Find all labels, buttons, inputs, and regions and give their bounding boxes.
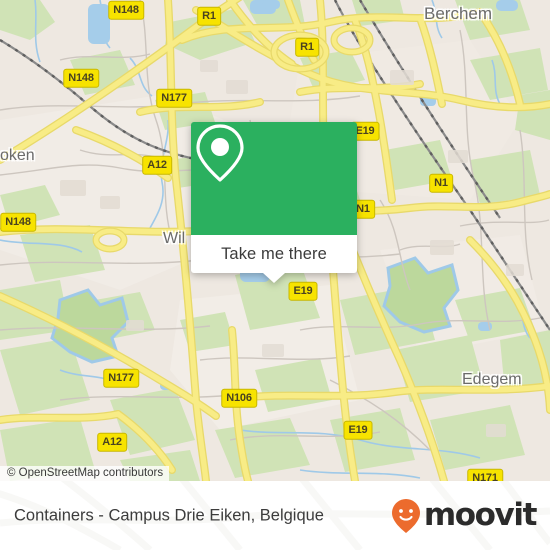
road-shield[interactable]: R1 bbox=[197, 6, 221, 26]
road-shield[interactable]: N1 bbox=[429, 173, 453, 193]
page-title: Containers - Campus Drie Eiken, Belgique bbox=[14, 506, 324, 524]
moovit-map-screenshot: Berchem oken Wil Edegem N148 R1 R1 N148 … bbox=[0, 0, 550, 550]
popup-header bbox=[191, 122, 357, 235]
road-shield[interactable]: N177 bbox=[156, 88, 192, 108]
road-shield[interactable]: A12 bbox=[97, 432, 127, 452]
map-pin-icon bbox=[196, 124, 244, 182]
map-canvas[interactable]: Berchem oken Wil Edegem N148 R1 R1 N148 … bbox=[0, 0, 550, 481]
road-shield[interactable]: N171 bbox=[467, 468, 503, 481]
road-shield[interactable]: N148 bbox=[0, 212, 36, 232]
moovit-logo[interactable]: moovit bbox=[390, 497, 538, 534]
road-shield[interactable]: N106 bbox=[221, 388, 257, 408]
moovit-wordmark: moovit bbox=[423, 497, 538, 533]
location-popup-card[interactable]: Take me there bbox=[191, 122, 357, 283]
road-shield[interactable]: A12 bbox=[142, 155, 172, 175]
road-shield[interactable]: E19 bbox=[343, 420, 373, 440]
take-me-there-label: Take me there bbox=[221, 244, 327, 263]
road-shield[interactable]: N148 bbox=[63, 68, 99, 88]
bottom-info-bar: Containers - Campus Drie Eiken, Belgique… bbox=[0, 481, 550, 550]
popup-pointer-tail bbox=[263, 273, 285, 283]
popup-footer[interactable]: Take me there bbox=[191, 235, 357, 283]
road-shield[interactable]: E19 bbox=[288, 281, 318, 301]
moovit-pin-icon bbox=[391, 498, 420, 533]
road-shield[interactable]: N177 bbox=[103, 368, 139, 388]
road-shield[interactable]: R1 bbox=[295, 37, 319, 57]
osm-attribution[interactable]: © OpenStreetMap contributors bbox=[0, 466, 170, 481]
road-shield[interactable]: N148 bbox=[108, 0, 144, 20]
